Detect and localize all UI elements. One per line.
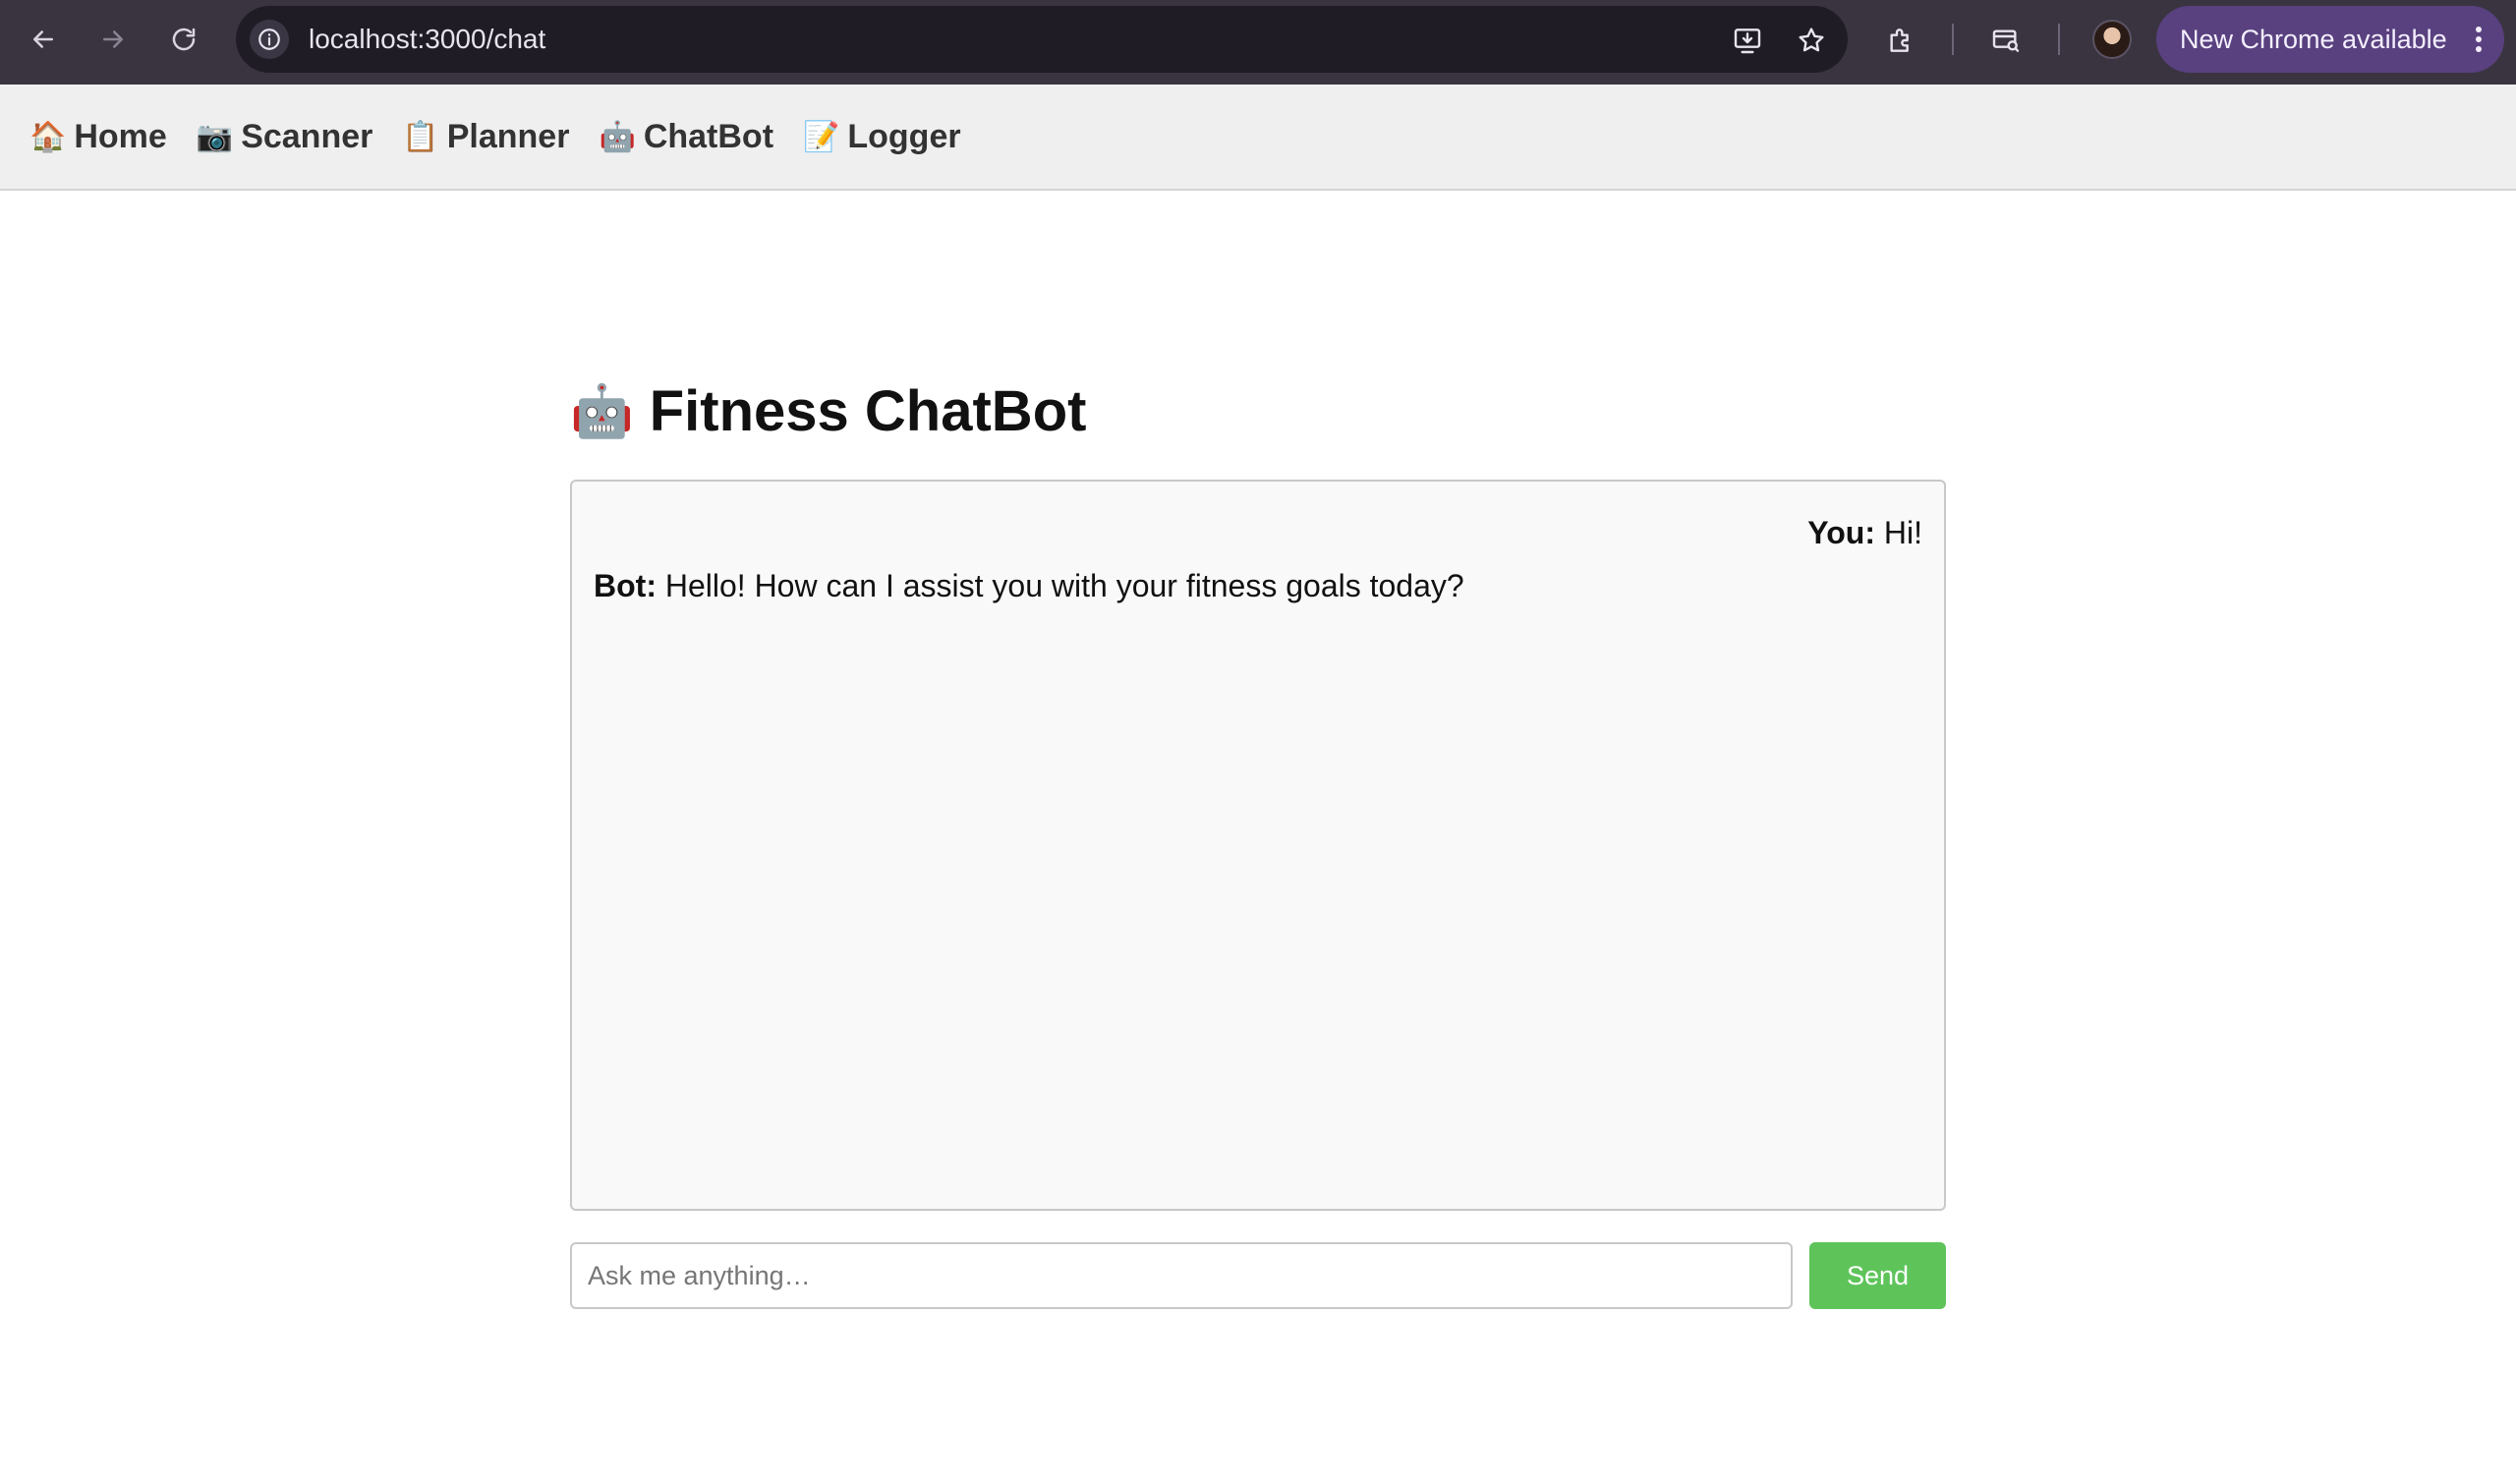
nav-link-label: Home <box>74 117 167 155</box>
site-info-button[interactable] <box>250 20 289 59</box>
address-bar[interactable]: localhost:3000/chat <box>236 6 1848 73</box>
install-app-button[interactable] <box>1730 23 1765 58</box>
puzzle-icon <box>1890 29 1909 52</box>
nav-link-label: Planner <box>446 117 570 155</box>
reload-button[interactable] <box>162 18 205 61</box>
robot-icon: 🤖 <box>599 120 636 153</box>
browser-toolbar: localhost:3000/chat New Chrome available <box>0 0 2516 85</box>
robot-icon: 🤖 <box>570 382 634 440</box>
nav-link-label: ChatBot <box>643 117 774 155</box>
back-button[interactable] <box>22 18 65 61</box>
message-sender: You: <box>1807 515 1875 550</box>
memo-icon: 📝 <box>803 120 840 153</box>
chat-message-bot: Bot: Hello! How can I assist you with yo… <box>594 568 1464 604</box>
nav-link-planner[interactable]: 📋 Planner <box>402 118 569 156</box>
clipboard-icon: 📋 <box>402 120 439 153</box>
arrow-left-icon <box>33 30 53 48</box>
arrow-right-icon <box>103 30 123 48</box>
tab-search-icon <box>1992 29 2020 52</box>
app-navbar: 🏠 Home 📷 Scanner 📋 Planner 🤖 ChatBot 📝 L… <box>0 85 2516 191</box>
chat-input[interactable] <box>570 1242 1793 1309</box>
chat-history[interactable]: You: Hi! Bot: Hello! How can I assist yo… <box>570 480 1946 1211</box>
reload-icon <box>172 28 196 51</box>
bookmark-button[interactable] <box>1794 23 1829 58</box>
nav-link-home[interactable]: 🏠 Home <box>29 118 167 156</box>
nav-link-logger[interactable]: 📝 Logger <box>803 118 961 156</box>
page-title: 🤖 Fitness ChatBot <box>570 371 1086 450</box>
message-sender: Bot: <box>594 568 657 603</box>
nav-link-scanner[interactable]: 📷 Scanner <box>197 118 373 156</box>
install-app-icon <box>1734 29 1761 54</box>
toolbar-divider <box>2058 24 2060 55</box>
toolbar-divider <box>1952 24 1954 55</box>
send-button[interactable]: Send <box>1809 1242 1946 1309</box>
nav-link-label: Logger <box>847 117 961 155</box>
update-label: New Chrome available <box>2180 25 2447 54</box>
avatar[interactable] <box>2092 20 2132 59</box>
kebab-menu-icon[interactable] <box>2467 23 2490 56</box>
info-icon <box>258 29 280 50</box>
nav-link-chatbot[interactable]: 🤖 ChatBot <box>599 118 773 156</box>
page-title-text: Fitness ChatBot <box>649 378 1087 443</box>
message-text: Hello! How can I assist you with your fi… <box>664 568 1464 603</box>
chat-message-user: You: Hi! <box>1807 515 1922 551</box>
chrome-update-button[interactable]: New Chrome available <box>2156 6 2504 73</box>
tab-search-button[interactable] <box>1985 20 2027 61</box>
extensions-button[interactable] <box>1880 20 1921 61</box>
star-icon <box>1799 28 1824 52</box>
house-icon: 🏠 <box>29 120 67 153</box>
url-text[interactable]: localhost:3000/chat <box>309 6 545 73</box>
forward-button[interactable] <box>91 18 135 61</box>
message-text: Hi! <box>1883 515 1922 550</box>
nav-link-label: Scanner <box>241 117 373 155</box>
camera-icon: 📷 <box>196 120 234 153</box>
